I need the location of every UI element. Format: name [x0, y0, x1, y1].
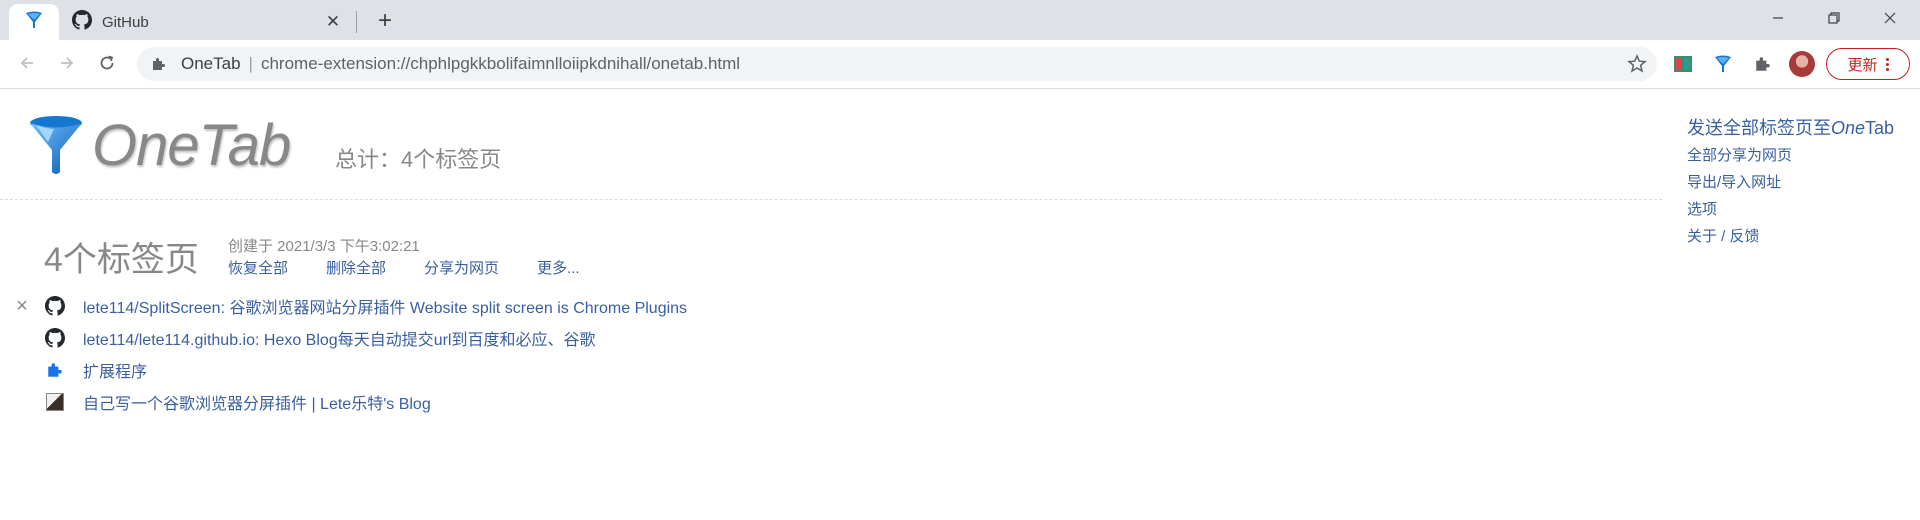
saved-tab-title[interactable]: 自己写一个谷歌浏览器分屏插件 | Lete乐特's Blog: [83, 390, 431, 414]
saved-tab-row[interactable]: 扩展程序: [0, 354, 900, 386]
saved-tab-title[interactable]: 扩展程序: [83, 358, 147, 382]
more-link[interactable]: 更多...: [537, 257, 580, 278]
header-divider: [0, 199, 1662, 200]
onetab-logo-text: OneTab: [92, 113, 291, 178]
right-menu: 发送全部标签页至OneTab 全部分享为网页 导出/导入网址 选项 关于 / 反…: [1687, 114, 1894, 252]
minimize-button[interactable]: [1750, 0, 1806, 36]
tab-title: GitHub: [102, 13, 149, 31]
saved-tab-row[interactable]: × lete114/SplitScreen: 谷歌浏览器网站分屏插件 Websi…: [0, 290, 900, 322]
blog-thumbnail-icon: [45, 392, 65, 412]
group-title: 4个标签页: [44, 241, 199, 279]
omnibox-site-label: OneTab: [181, 54, 241, 73]
profile-avatar[interactable]: [1789, 51, 1815, 77]
github-icon: [72, 9, 92, 35]
onetab-extension-icon[interactable]: [1711, 52, 1735, 76]
extensions-puzzle-icon[interactable]: [1751, 52, 1775, 76]
extension-red-green-icon[interactable]: [1671, 52, 1695, 76]
omnibox-separator: |: [248, 54, 253, 73]
restore-button[interactable]: [1806, 0, 1862, 36]
options-link[interactable]: 选项: [1687, 198, 1894, 219]
close-tab-icon[interactable]: ✕: [324, 13, 342, 31]
close-window-button[interactable]: [1862, 0, 1918, 36]
group-created-time: 创建于 2021/3/3 下午3:02:21: [228, 238, 420, 255]
address-bar[interactable]: OneTab | chrome-extension://chphlpgkkbol…: [137, 47, 1657, 81]
saved-tab-row[interactable]: 自己写一个谷歌浏览器分屏插件 | Lete乐特's Blog: [0, 386, 900, 418]
tab-onetab[interactable]: [9, 4, 59, 40]
browser-toolbar: OneTab | chrome-extension://chphlpgkkbol…: [0, 40, 1920, 89]
onetab-funnel-icon: [24, 10, 44, 35]
saved-tab-title[interactable]: lete114/SplitScreen: 谷歌浏览器网站分屏插件 Website…: [83, 294, 687, 318]
puzzle-icon: [149, 54, 169, 74]
onetab-page: OneTab 总计：4个标签页 发送全部标签页至OneTab 全部分享为网页 导…: [0, 90, 1920, 520]
puzzle-icon: [45, 360, 65, 380]
github-icon: [45, 328, 65, 348]
tab-strip: GitHub ✕ +: [0, 0, 1920, 40]
share-all-link[interactable]: 全部分享为网页: [1687, 144, 1894, 165]
reload-button[interactable]: [92, 48, 122, 78]
restore-all-link[interactable]: 恢复全部: [228, 257, 288, 278]
update-button[interactable]: 更新: [1826, 48, 1910, 80]
onetab-logo-icon: [30, 116, 82, 174]
saved-tab-title[interactable]: lete114/lete114.github.io: Hexo Blog每天自动…: [83, 326, 596, 350]
total-tabs-count: 总计：4个标签页: [335, 147, 502, 172]
send-all-tabs-link[interactable]: 发送全部标签页至OneTab: [1687, 114, 1894, 140]
more-vertical-icon: [1885, 57, 1889, 71]
delete-all-link[interactable]: 删除全部: [326, 257, 386, 278]
back-button[interactable]: [12, 48, 42, 78]
close-icon[interactable]: ×: [13, 296, 31, 316]
about-feedback-link[interactable]: 关于 / 反馈: [1687, 225, 1894, 246]
tab-github[interactable]: GitHub ✕: [62, 4, 354, 40]
share-as-webpage-link[interactable]: 分享为网页: [424, 257, 499, 278]
export-import-link[interactable]: 导出/导入网址: [1687, 171, 1894, 192]
forward-button[interactable]: [52, 48, 82, 78]
tab-separator: [356, 11, 357, 33]
group-actions: 恢复全部 删除全部 分享为网页 更多...: [228, 257, 618, 278]
saved-tab-row[interactable]: lete114/lete114.github.io: Hexo Blog每天自动…: [0, 322, 900, 354]
bookmark-star-icon[interactable]: [1627, 54, 1647, 74]
update-label: 更新: [1847, 56, 1878, 74]
github-icon: [45, 296, 65, 316]
omnibox-url: chrome-extension://chphlpgkkbolifaimnllo…: [260, 54, 741, 73]
new-tab-button[interactable]: +: [372, 8, 398, 34]
